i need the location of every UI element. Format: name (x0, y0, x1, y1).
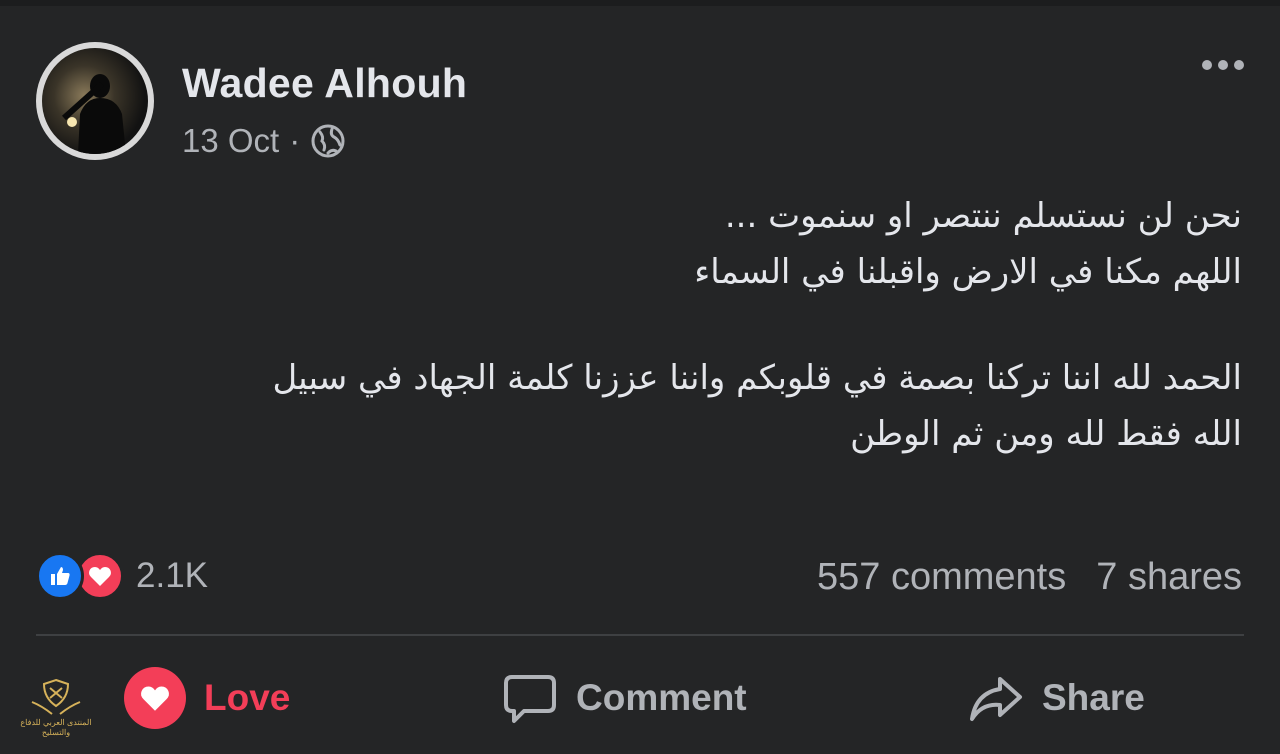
author-name[interactable]: Wadee Alhouh (182, 60, 467, 107)
share-label: Share (1042, 677, 1145, 718)
reaction-count: 2.1K (136, 556, 208, 595)
reactions-summary[interactable]: 2.1K (36, 552, 208, 600)
divider (36, 634, 1244, 636)
share-button[interactable]: Share (968, 660, 1145, 736)
shield-logo-icon (31, 678, 81, 715)
love-label: Love (204, 677, 291, 718)
comment-label: Comment (576, 677, 747, 718)
shares-count[interactable]: 7 shares (1096, 556, 1242, 599)
like-icon (36, 552, 84, 600)
comments-count[interactable]: 557 comments (817, 556, 1066, 599)
post-body: نحن لن نستسلم ننتصر او سنموت ... اللهم م… (60, 188, 1242, 462)
post-line: نحن لن نستسلم ننتصر او سنموت ... (724, 196, 1242, 236)
post-line: الحمد لله اننا تركنا بصمة في قلوبكم وانن… (272, 358, 1242, 398)
avatar[interactable] (36, 42, 154, 160)
watermark-text: المنتدى العربي للدفاع والتسليح (20, 718, 92, 737)
watermark-logo: المنتدى العربي للدفاع والتسليح (10, 676, 102, 752)
avatar-image (42, 48, 148, 154)
post-line: اللهم مكنا في الارض واقبلنا في السماء (694, 252, 1242, 292)
comment-button[interactable]: Comment (502, 660, 747, 736)
share-icon (970, 677, 1022, 721)
comment-icon (504, 675, 556, 723)
globe-icon (311, 124, 345, 158)
post-date[interactable]: 13 Oct (182, 122, 279, 160)
top-edge (0, 0, 1280, 6)
engagement-stats: 557 comments 7 shares (817, 556, 1242, 599)
post-line: الله فقط لله ومن ثم الوطن (850, 414, 1242, 454)
more-dot (1202, 60, 1212, 70)
love-button[interactable]: Love (124, 660, 290, 736)
action-bar: Love Comment Share (0, 660, 1280, 736)
more-dot (1218, 60, 1228, 70)
more-dots-icon[interactable] (1202, 60, 1244, 70)
meta-separator: · (289, 122, 301, 159)
post-meta: 13 Oct · (182, 122, 346, 160)
more-dot (1234, 60, 1244, 70)
love-icon (124, 667, 186, 729)
